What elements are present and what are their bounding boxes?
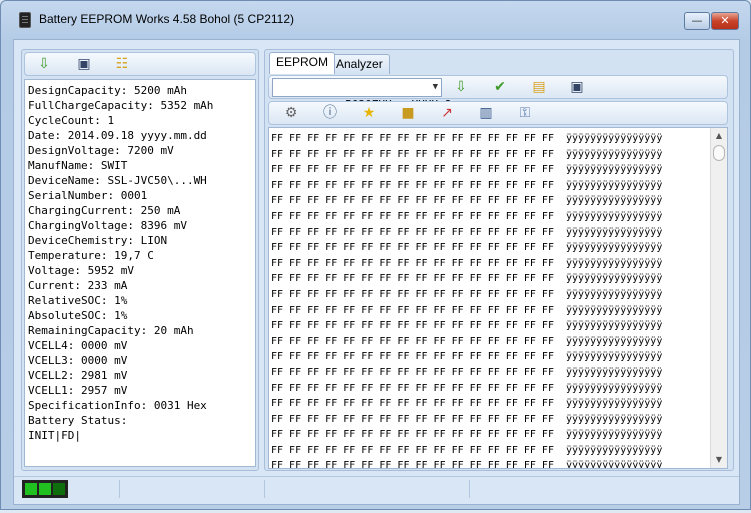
key-icon[interactable]: ⚿ bbox=[516, 105, 534, 121]
hex-row: FF FF FF FF FF FF FF FF FF FF FF FF FF F… bbox=[271, 164, 663, 176]
close-button[interactable]: ✕ bbox=[711, 12, 739, 30]
battery-app-icon bbox=[19, 12, 31, 28]
save-icon[interactable]: ▣ bbox=[75, 56, 93, 72]
eeprom-panel: EEPROM Analyzer BQ20ZXX XXXXx8 ▼ ⇩ ✔ ▤ ▣… bbox=[264, 49, 734, 471]
info-line: Current: 233 mA bbox=[28, 279, 128, 292]
save-icon[interactable]: ▣ bbox=[568, 79, 586, 95]
info-line: Temperature: 19,7 C bbox=[28, 249, 154, 262]
scroll-thumb[interactable] bbox=[713, 145, 725, 161]
hex-row: FF FF FF FF FF FF FF FF FF FF FF FF FF F… bbox=[271, 210, 663, 222]
status-bar bbox=[14, 476, 739, 500]
info-line: INIT|FD| bbox=[28, 429, 81, 442]
vertical-scrollbar[interactable]: ▲ ▼ bbox=[710, 128, 727, 468]
info-line: DesignCapacity: 5200 mAh bbox=[28, 84, 187, 97]
chip-select[interactable]: BQ20ZXX XXXXx8 ▼ bbox=[272, 78, 451, 111]
info-line: DeviceChemistry: LION bbox=[28, 234, 168, 247]
hex-row: FF FF FF FF FF FF FF FF FF FF FF FF FF F… bbox=[271, 179, 663, 191]
info-line: VCELL2: 2981 mV bbox=[28, 369, 128, 382]
chart-icon[interactable]: ↗ bbox=[438, 105, 456, 121]
lock-icon[interactable]: ■ bbox=[399, 105, 417, 121]
star-icon[interactable]: ★ bbox=[360, 105, 378, 121]
battery-info-panel: ⇩ ▣ ☷ DesignCapacity: 5200 mAh FullCharge… bbox=[21, 49, 259, 471]
scroll-up-icon[interactable]: ▲ bbox=[711, 128, 727, 144]
info-line: AbsoluteSOC: 1% bbox=[28, 309, 128, 322]
gear-icon[interactable]: ⚙ bbox=[282, 105, 300, 121]
status-separator bbox=[119, 480, 120, 498]
info-line: Date: 2014.09.18 yyyy.mm.dd bbox=[28, 129, 207, 142]
hex-row: FF FF FF FF FF FF FF FF FF FF FF FF FF F… bbox=[271, 226, 663, 238]
hex-row: FF FF FF FF FF FF FF FF FF FF FF FF FF F… bbox=[271, 195, 663, 207]
info-line: DeviceName: SSL-JVC50\...WH bbox=[28, 174, 207, 187]
tools-toolbar: ⚙ ⓘ ★ ■ ↗ ▥ ⚿ bbox=[268, 101, 728, 125]
verify-icon[interactable]: ✔ bbox=[491, 79, 509, 95]
hex-row: FF FF FF FF FF FF FF FF FF FF FF FF FF F… bbox=[271, 413, 663, 425]
read-icon[interactable]: ⇩ bbox=[452, 79, 470, 95]
tree-icon[interactable]: ☷ bbox=[113, 56, 131, 72]
hex-row: FF FF FF FF FF FF FF FF FF FF FF FF FF F… bbox=[271, 148, 663, 160]
minimize-button[interactable]: — bbox=[684, 12, 710, 30]
hex-row: FF FF FF FF FF FF FF FF FF FF FF FF FF F… bbox=[271, 257, 663, 269]
title-bar[interactable]: Battery EEPROM Works 4.58 Bohol (5 CP211… bbox=[1, 1, 750, 37]
hex-row: FF FF FF FF FF FF FF FF FF FF FF FF FF F… bbox=[271, 429, 663, 441]
chevron-down-icon[interactable]: ▼ bbox=[433, 79, 438, 96]
hex-row: FF FF FF FF FF FF FF FF FF FF FF FF FF F… bbox=[271, 382, 663, 394]
app-window: Battery EEPROM Works 4.58 Bohol (5 CP211… bbox=[0, 0, 751, 510]
hex-dump-view[interactable]: FF FF FF FF FF FF FF FF FF FF FF FF FF F… bbox=[268, 127, 728, 469]
info-line: SerialNumber: 0001 bbox=[28, 189, 148, 202]
battery-info-text[interactable]: DesignCapacity: 5200 mAh FullChargeCapaci… bbox=[24, 79, 256, 467]
info-line: Voltage: 5952 mV bbox=[28, 264, 134, 277]
info-line: VCELL4: 0000 mV bbox=[28, 339, 128, 352]
open-folder-icon[interactable]: ▤ bbox=[530, 79, 548, 95]
battery-cell bbox=[53, 483, 65, 495]
hex-row: FF FF FF FF FF FF FF FF FF FF FF FF FF F… bbox=[271, 320, 663, 332]
info-toolbar: ⇩ ▣ ☷ bbox=[24, 52, 256, 76]
client-area: ⇩ ▣ ☷ DesignCapacity: 5200 mAh FullCharge… bbox=[13, 39, 740, 505]
hex-row: FF FF FF FF FF FF FF FF FF FF FF FF FF F… bbox=[271, 351, 663, 363]
hex-row: FF FF FF FF FF FF FF FF FF FF FF FF FF F… bbox=[271, 304, 663, 316]
info-line: CycleCount: 1 bbox=[28, 114, 115, 127]
info-line: VCELL3: 0000 mV bbox=[28, 354, 128, 367]
hex-row: FF FF FF FF FF FF FF FF FF FF FF FF FF F… bbox=[271, 335, 663, 347]
info-line: Battery Status: bbox=[28, 414, 128, 427]
tab-analyzer[interactable]: Analyzer bbox=[329, 54, 390, 74]
info-line: RemainingCapacity: 20 mAh bbox=[28, 324, 194, 337]
info-line: ChargingVoltage: 8396 mV bbox=[28, 219, 187, 232]
tab-eeprom[interactable]: EEPROM bbox=[269, 52, 336, 74]
report-icon[interactable]: ▥ bbox=[477, 105, 495, 121]
info-line: VCELL1: 2957 mV bbox=[28, 384, 128, 397]
hex-row: FF FF FF FF FF FF FF FF FF FF FF FF FF F… bbox=[271, 273, 663, 285]
scroll-down-icon[interactable]: ▼ bbox=[711, 452, 727, 468]
info-line: RelativeSOC: 1% bbox=[28, 294, 128, 307]
hex-row: FF FF FF FF FF FF FF FF FF FF FF FF FF F… bbox=[271, 242, 663, 254]
hex-row: FF FF FF FF FF FF FF FF FF FF FF FF FF F… bbox=[271, 133, 663, 144]
hex-row: FF FF FF FF FF FF FF FF FF FF FF FF FF F… bbox=[271, 366, 663, 378]
hex-row: FF FF FF FF FF FF FF FF FF FF FF FF FF F… bbox=[271, 398, 663, 410]
download-icon[interactable]: ⇩ bbox=[35, 56, 53, 72]
info-line: DesignVoltage: 7200 mV bbox=[28, 144, 174, 157]
info-line: ChargingCurrent: 250 mA bbox=[28, 204, 181, 217]
hex-row: FF FF FF FF FF FF FF FF FF FF FF FF FF F… bbox=[271, 288, 663, 300]
info-line: SpecificationInfo: 0031 Hex bbox=[28, 399, 207, 412]
status-separator bbox=[264, 480, 265, 498]
hex-dump-rows: FF FF FF FF FF FF FF FF FF FF FF FF FF F… bbox=[271, 131, 709, 469]
battery-cell bbox=[25, 483, 37, 495]
status-separator bbox=[469, 480, 470, 498]
info-icon[interactable]: ⓘ bbox=[321, 105, 339, 121]
info-line: ManufName: SWIT bbox=[28, 159, 128, 172]
info-line: FullChargeCapacity: 5352 mAh bbox=[28, 99, 214, 112]
window-title: Battery EEPROM Works 4.58 Bohol (5 CP211… bbox=[39, 12, 294, 26]
battery-level-indicator bbox=[22, 480, 68, 498]
hex-row: FF FF FF FF FF FF FF FF FF FF FF FF FF F… bbox=[271, 460, 663, 469]
hex-row: FF FF FF FF FF FF FF FF FF FF FF FF FF F… bbox=[271, 444, 663, 456]
battery-cell bbox=[39, 483, 51, 495]
eeprom-toolbar: BQ20ZXX XXXXx8 ▼ ⇩ ✔ ▤ ▣ bbox=[268, 75, 728, 111]
